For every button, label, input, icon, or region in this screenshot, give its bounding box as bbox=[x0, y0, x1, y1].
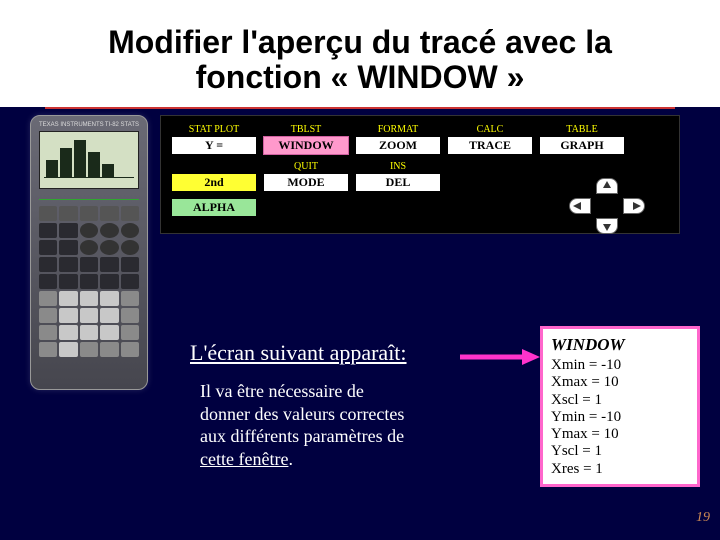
window-line: Ymax = 10 bbox=[551, 426, 689, 443]
window-line: Xres = 1 bbox=[551, 461, 689, 478]
window-line: Xscl = 1 bbox=[551, 392, 689, 409]
calculator-keys bbox=[39, 206, 139, 379]
mode-key[interactable]: MODE bbox=[263, 173, 349, 192]
alpha-key[interactable]: ALPHA bbox=[171, 198, 257, 217]
slide-title: Modifier l'aperçu du tracé avec la fonct… bbox=[0, 0, 720, 107]
pink-arrow-icon bbox=[460, 347, 540, 367]
sec-format: FORMAT bbox=[378, 124, 419, 135]
window-line: Xmax = 10 bbox=[551, 374, 689, 391]
window-title: WINDOW bbox=[551, 335, 689, 355]
y-equals-key[interactable]: Y = bbox=[171, 136, 257, 155]
trace-key[interactable]: TRACE bbox=[447, 136, 533, 155]
title-line1: Modifier l'aperçu du tracé avec la bbox=[108, 24, 612, 60]
del-key[interactable]: DEL bbox=[355, 173, 441, 192]
arrow-pad[interactable] bbox=[565, 178, 649, 234]
sec-statplot: STAT PLOT bbox=[189, 124, 239, 135]
second-key[interactable]: 2nd bbox=[171, 173, 257, 192]
window-line: Ymin = -10 bbox=[551, 409, 689, 426]
page-number: 19 bbox=[696, 510, 710, 526]
window-line: Yscl = 1 bbox=[551, 443, 689, 460]
sec-ins: INS bbox=[390, 161, 406, 172]
sec-table: TABLE bbox=[566, 124, 597, 135]
calc-brand: TEXAS INSTRUMENTS bbox=[39, 122, 104, 128]
window-key[interactable]: WINDOW bbox=[263, 136, 349, 155]
sec-tblst: TBLST bbox=[291, 124, 322, 135]
arrow-icons bbox=[565, 178, 649, 234]
sec-quit: QUIT bbox=[294, 161, 318, 172]
calc-model: TI-82 STATS bbox=[105, 122, 139, 128]
keyboard-panel: STAT PLOT Y = TBLST WINDOW FORMAT ZOOM C… bbox=[160, 115, 680, 234]
zoom-key[interactable]: ZOOM bbox=[355, 136, 441, 155]
calculator-image: TEXAS INSTRUMENTS TI-82 STATS bbox=[30, 115, 148, 390]
title-line2: fonction « WINDOW » bbox=[196, 59, 525, 95]
window-settings-box: WINDOW Xmin = -10 Xmax = 10 Xscl = 1 Ymi… bbox=[540, 326, 700, 487]
window-line: Xmin = -10 bbox=[551, 357, 689, 374]
sec-calc: CALC bbox=[477, 124, 504, 135]
description-text: Il va être nécessaire de donner des vale… bbox=[200, 380, 480, 470]
calculator-screen bbox=[39, 131, 139, 189]
graph-key[interactable]: GRAPH bbox=[539, 136, 625, 155]
